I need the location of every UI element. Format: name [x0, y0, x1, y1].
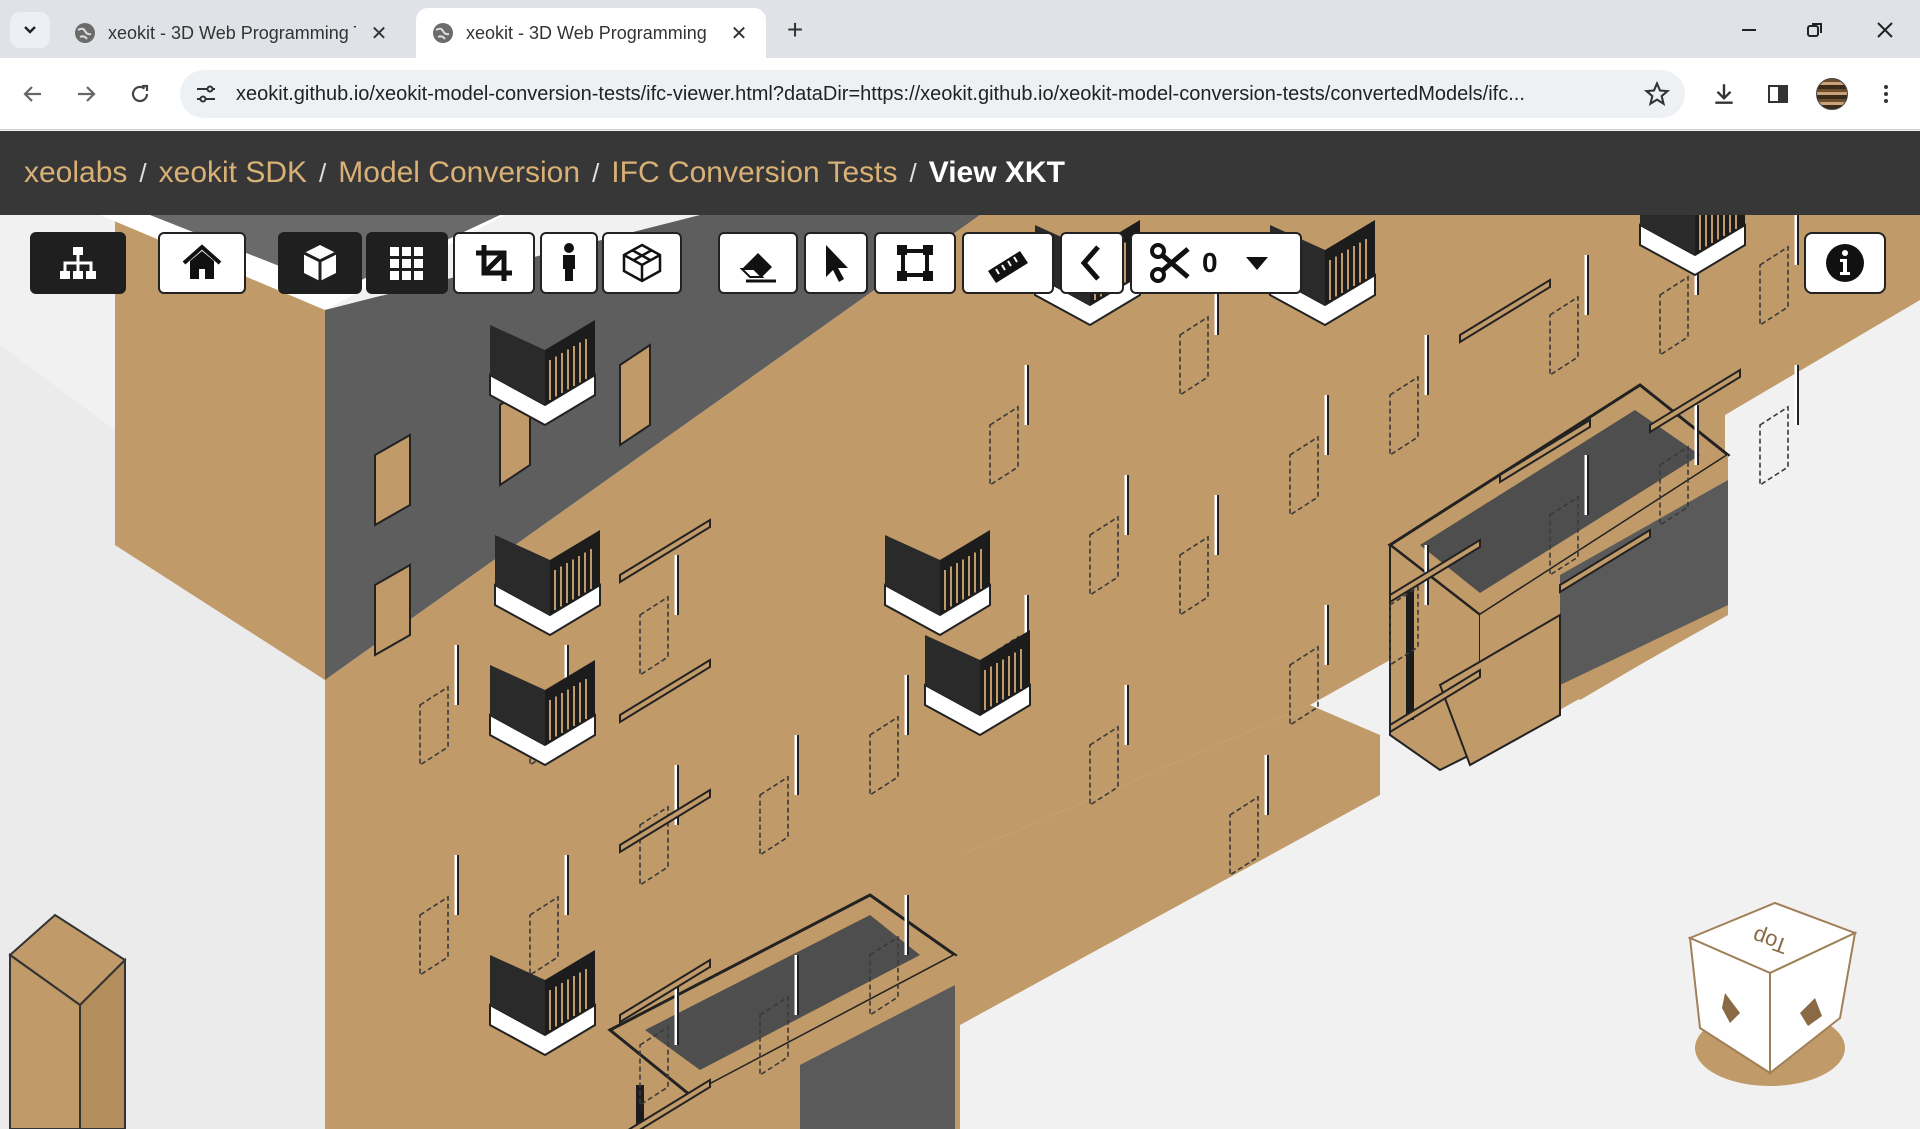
angle-icon — [1080, 245, 1100, 281]
select-button[interactable] — [804, 232, 868, 294]
tab-search-button[interactable] — [10, 12, 50, 48]
fit-view-button[interactable] — [366, 232, 448, 294]
pointer-icon — [826, 245, 848, 282]
marquee-button[interactable] — [874, 232, 956, 294]
measure-button[interactable] — [962, 232, 1054, 294]
avatar — [1816, 78, 1848, 110]
breadcrumb: xeolabs / xeokit SDK / Model Conversion … — [0, 131, 1920, 215]
scissors-icon — [1150, 243, 1190, 283]
breadcrumb-link-xeolabs[interactable]: xeolabs — [24, 156, 127, 190]
breadcrumb-separator: / — [909, 157, 917, 188]
breadcrumb-link-sdk[interactable]: xeokit SDK — [159, 156, 307, 190]
crop-icon — [476, 245, 512, 281]
caret-down-icon[interactable] — [1242, 248, 1272, 278]
perspective-button[interactable] — [278, 232, 362, 294]
wireframe-cube-icon — [622, 243, 662, 283]
profile-button[interactable] — [1814, 76, 1850, 112]
breadcrumb-link-ifc-tests[interactable]: IFC Conversion Tests — [611, 156, 897, 190]
measure-angle-button[interactable] — [1060, 232, 1124, 294]
close-icon[interactable]: ✕ — [368, 21, 390, 46]
eraser-icon — [739, 253, 776, 283]
sitemap-icon — [60, 247, 96, 279]
site-settings-icon[interactable] — [194, 82, 218, 106]
nav-cube[interactable]: Top — [1680, 898, 1860, 1098]
person-icon — [563, 243, 575, 281]
info-button[interactable] — [1804, 232, 1886, 294]
minimize-icon — [1742, 29, 1756, 31]
3d-viewer-canvas[interactable]: 0 Top — [0, 215, 1920, 1129]
arrow-right-icon — [78, 86, 96, 102]
side-panel-icon — [1768, 85, 1788, 103]
ruler-icon — [988, 251, 1028, 283]
breadcrumb-link-conversion[interactable]: Model Conversion — [338, 156, 580, 190]
window-close-button[interactable] — [1860, 10, 1910, 50]
browser-toolbar: xeokit.github.io/xeokit-model-conversion… — [0, 58, 1920, 130]
downloads-button[interactable] — [1706, 76, 1742, 112]
forward-button[interactable] — [68, 76, 104, 112]
breadcrumb-separator: / — [139, 157, 147, 188]
restore-button[interactable] — [1790, 10, 1840, 50]
breadcrumb-separator: / — [319, 157, 327, 188]
crop-button[interactable] — [453, 232, 535, 294]
reload-icon — [131, 84, 149, 103]
browser-tab-strip: xeokit - 3D Web Programming T ✕ xeokit -… — [0, 0, 1920, 58]
browser-tab-2[interactable]: xeokit - 3D Web Programming ✕ — [416, 8, 766, 58]
tab-title: xeokit - 3D Web Programming — [466, 22, 707, 43]
building-model[interactable] — [0, 215, 1920, 1129]
chevron-down-icon — [24, 26, 36, 34]
close-icon — [1877, 22, 1893, 38]
bookmark-star-icon[interactable] — [1643, 80, 1671, 108]
back-button[interactable] — [15, 76, 51, 112]
first-person-button[interactable] — [540, 232, 598, 294]
breadcrumb-separator: / — [592, 157, 600, 188]
address-bar[interactable]: xeokit.github.io/xeokit-model-conversion… — [180, 70, 1685, 118]
hide-button[interactable] — [718, 232, 798, 294]
xray-button[interactable] — [602, 232, 682, 294]
menu-button[interactable] — [1868, 76, 1904, 112]
more-vertical-icon — [1884, 85, 1888, 103]
section-planes-button[interactable]: 0 — [1130, 232, 1302, 294]
browser-tab-1[interactable]: xeokit - 3D Web Programming T ✕ — [58, 8, 406, 58]
reset-view-button[interactable] — [158, 232, 246, 294]
home-icon — [182, 244, 222, 279]
new-tab-button[interactable]: + — [780, 14, 810, 46]
url-text[interactable]: xeokit.github.io/xeokit-model-conversion… — [236, 83, 1616, 106]
reload-button[interactable] — [122, 76, 158, 112]
globe-icon — [75, 23, 95, 43]
grid-icon — [390, 247, 423, 280]
info-icon — [1826, 244, 1864, 282]
section-count: 0 — [1202, 247, 1218, 278]
arrow-left-icon — [23, 86, 41, 102]
cube-icon — [303, 245, 337, 281]
marquee-icon — [897, 245, 933, 281]
minimize-button[interactable] — [1724, 10, 1774, 50]
page-title: View XKT — [928, 156, 1065, 189]
close-icon[interactable]: ✕ — [728, 21, 750, 46]
restore-icon — [1807, 23, 1822, 37]
tree-view-button[interactable] — [30, 232, 126, 294]
tab-title: xeokit - 3D Web Programming T — [108, 22, 356, 43]
download-icon — [1715, 84, 1733, 104]
globe-icon — [433, 23, 453, 43]
side-panel-button[interactable] — [1760, 76, 1796, 112]
